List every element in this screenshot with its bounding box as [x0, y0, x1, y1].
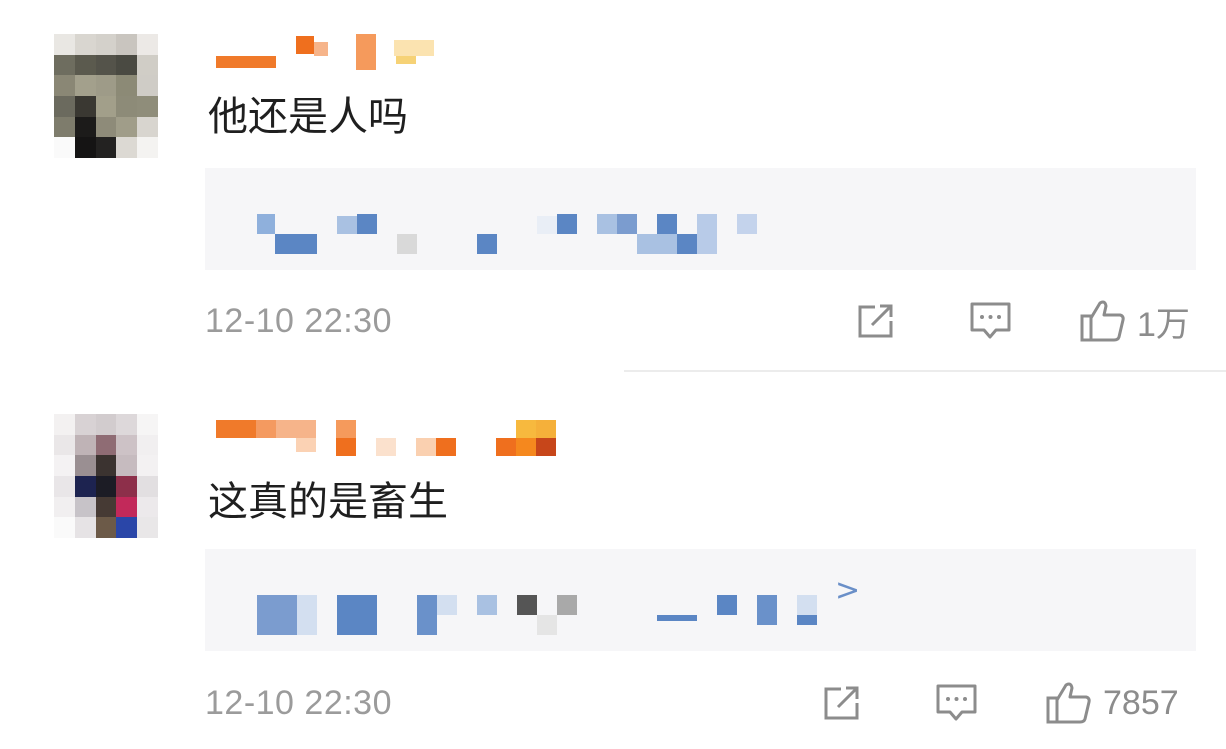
like-button[interactable]: 1万 — [1079, 298, 1190, 344]
comment-text: 这真的是畜生 — [208, 479, 448, 525]
like-count: 1万 — [1137, 305, 1190, 344]
avatar[interactable] — [54, 34, 158, 158]
like-icon — [1080, 300, 1125, 342]
like-count: 7857 — [1103, 683, 1179, 722]
share-button[interactable] — [821, 680, 863, 726]
comment-icon — [970, 302, 1011, 339]
share-button[interactable] — [855, 298, 897, 344]
comment-item-2: 这真的是畜生 > 12-10 22:30 7857 — [0, 374, 1226, 749]
avatar[interactable] — [54, 414, 158, 538]
comment-meta: 12-10 22:30 1万 — [205, 296, 1195, 346]
comment-meta: 12-10 22:30 7857 — [205, 678, 1195, 728]
comment-icon — [936, 684, 977, 721]
comment-button[interactable] — [935, 680, 979, 726]
share-icon — [858, 304, 893, 338]
like-icon — [1046, 682, 1091, 724]
comment-item-1: 他还是人吗 12-10 22:30 1万 — [0, 0, 1226, 372]
username-blurred[interactable] — [214, 30, 444, 70]
timestamp: 12-10 22:30 — [205, 302, 392, 340]
comment-button[interactable] — [969, 298, 1013, 344]
username-blurred[interactable] — [214, 414, 559, 456]
share-icon — [824, 686, 859, 720]
timestamp: 12-10 22:30 — [205, 684, 392, 722]
reply-expand-arrow[interactable]: > — [835, 573, 860, 608]
comment-text: 他还是人吗 — [208, 94, 408, 140]
reply-preview[interactable] — [205, 168, 1196, 270]
like-button[interactable]: 7857 — [1045, 680, 1179, 726]
divider — [624, 370, 1226, 372]
reply-preview[interactable]: > — [205, 549, 1196, 651]
